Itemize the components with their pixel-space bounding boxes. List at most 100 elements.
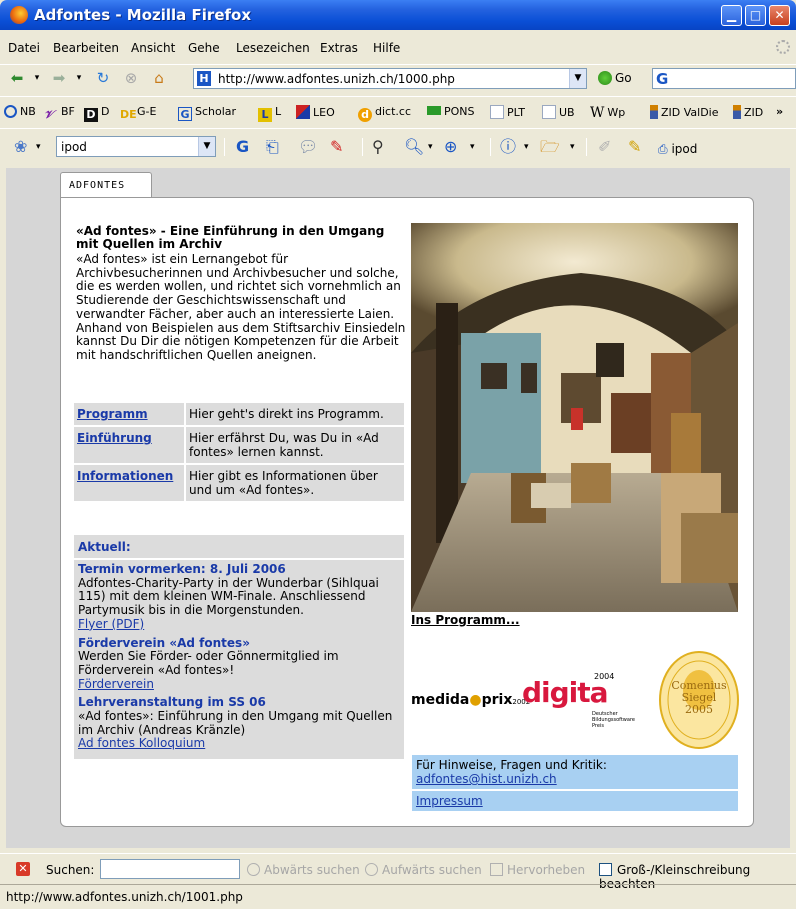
medida-prix-logo[interactable]: medida●prix2002 — [411, 692, 530, 708]
bookmark-zid-valdie[interactable]: ZID ValDie — [650, 105, 719, 119]
go-icon — [598, 70, 612, 85]
programm-link[interactable]: Programm — [77, 407, 148, 421]
back-dropdown-icon[interactable]: ▾ — [28, 69, 46, 87]
toolbar-search-input[interactable]: ipod ▼ — [56, 136, 216, 157]
bookmark-pons[interactable]: PONS — [427, 105, 475, 118]
archive-photo[interactable] — [411, 223, 738, 612]
search-plus-dropdown-icon[interactable]: ▾ — [470, 138, 475, 156]
menu-lesezeichen[interactable]: Lesezeichen — [236, 41, 310, 55]
folder-arrow-icon[interactable]: 🗁︎ — [540, 138, 560, 156]
search-engine-icon[interactable]: ❀ — [14, 138, 27, 156]
flyer-link[interactable]: Flyer (PDF) — [78, 617, 144, 631]
toolbar-search-dropdown-icon[interactable]: ▼ — [198, 137, 215, 156]
back-icon[interactable]: ⬅ — [8, 69, 26, 87]
menu-gehe[interactable]: Gehe — [188, 41, 220, 55]
google-search-field[interactable]: G — [652, 68, 796, 89]
go-button[interactable]: Go — [598, 70, 632, 85]
search-icon[interactable]: 🔍︎ — [404, 138, 424, 156]
search-plus-icon[interactable]: ⊕ — [444, 138, 457, 156]
home-icon[interactable]: ⌂ — [150, 69, 168, 87]
toolbar-separator — [490, 138, 491, 156]
news-text: «Ad fontes»: Einführung in den Umgang mi… — [78, 709, 393, 737]
info-dropdown-icon[interactable]: ▾ — [524, 138, 529, 156]
bottle-icon — [650, 105, 658, 119]
bookmarks-toolbar: NB 𝒱 BF DD DEG-E G Scholar LL LEO d dict.cc… — [0, 96, 796, 124]
find-label: Suchen: — [46, 863, 95, 877]
bf-icon: 𝒱 — [44, 108, 54, 121]
bottle-icon — [733, 105, 741, 119]
einfuehrung-link[interactable]: Einführung — [77, 431, 152, 445]
bookmark-ub[interactable]: UB — [542, 105, 575, 119]
tab-adfontes[interactable]: ADFONTES — [60, 172, 152, 198]
binoculars-icon[interactable]: ⚲ — [372, 138, 384, 156]
window-title: Adfontes - Mozilla Firefox — [34, 6, 251, 24]
search-engine-dropdown-icon[interactable]: ▾ — [36, 138, 41, 156]
reload-icon[interactable]: ↻ — [94, 69, 112, 87]
site-favicon-icon: H — [197, 71, 211, 86]
bookmark-bf[interactable]: 𝒱 BF — [44, 105, 75, 122]
find-close-icon[interactable]: ✕ — [16, 862, 30, 876]
impressum-link[interactable]: Impressum — [416, 794, 483, 808]
ipod-search-button[interactable]: ⎙ ipod — [658, 140, 697, 158]
bookmark-wp[interactable]: W Wp — [590, 105, 625, 121]
d-icon: D — [84, 108, 98, 122]
maximize-button[interactable]: □ — [745, 5, 766, 26]
search-dropdown-icon[interactable]: ▾ — [428, 138, 433, 156]
highlighter-icon[interactable]: ✎ — [628, 138, 641, 156]
comenius-siegel-logo[interactable]: Comenius Siegel 2005 — [658, 650, 740, 750]
bookmarks-overflow-icon[interactable]: » — [776, 105, 783, 118]
foerderverein-link[interactable]: Förderverein — [78, 677, 154, 691]
ins-programm-link[interactable]: Ins Programm... — [411, 613, 520, 627]
menu-datei[interactable]: Datei — [8, 41, 40, 55]
pencil-disabled-icon[interactable]: ✐ — [598, 138, 611, 156]
speech-bubble-icon[interactable]: 💬︎ — [298, 138, 318, 156]
at-icon — [4, 105, 17, 118]
page-search-icon: ⎙ — [658, 142, 668, 156]
news-box: Aktuell: Termin vormerken: 8. Juli 2006 … — [74, 535, 404, 760]
programm-desc: Hier geht's direkt ins Programm. — [186, 403, 404, 427]
menu-bearbeiten[interactable]: Bearbeiten — [53, 41, 119, 55]
note-icon[interactable]: ✎ — [330, 138, 343, 156]
page-tool-icon[interactable]: ⎗ — [266, 138, 279, 156]
bookmark-zid[interactable]: ZID — [733, 105, 763, 119]
close-window-button[interactable]: ✕ — [769, 5, 790, 26]
url-text: http://www.adfontes.unizh.ch/1000.php — [218, 72, 455, 86]
menu-ansicht[interactable]: Ansicht — [131, 41, 175, 55]
bookmark-leo[interactable]: LEO — [296, 105, 335, 119]
url-field[interactable]: H http://www.adfontes.unizh.ch/1000.php … — [193, 68, 587, 89]
table-row: Programm Hier geht's direkt ins Programm… — [74, 403, 404, 427]
bookmark-g-e[interactable]: DEG-E — [120, 105, 156, 122]
find-previous-button[interactable]: Aufwärts suchen — [365, 863, 482, 877]
toolbar-separator — [362, 138, 363, 156]
highlight-button[interactable]: Hervorheben — [490, 863, 585, 877]
bookmark-scholar[interactable]: G Scholar — [178, 105, 236, 121]
forward-dropdown-icon[interactable]: ▾ — [70, 69, 88, 87]
forward-icon[interactable]: ➡ — [50, 69, 68, 87]
google-toolbar-icon[interactable]: G — [236, 138, 249, 156]
de-icon: DE — [120, 108, 137, 121]
news-item: Förderverein «Ad fontes» Werden Sie Förd… — [74, 634, 404, 694]
digita-logo[interactable]: digita 2004 Deutscher Bildungssoftware P… — [522, 672, 635, 729]
folder-dropdown-icon[interactable]: ▾ — [570, 138, 575, 156]
menu-extras[interactable]: Extras — [320, 41, 358, 55]
bookmark-l[interactable]: LL — [258, 105, 281, 122]
bookmark-plt[interactable]: PLT — [490, 105, 525, 119]
minimize-button[interactable]: ▁ — [721, 5, 742, 26]
menu-hilfe[interactable]: Hilfe — [373, 41, 400, 55]
find-next-button[interactable]: Abwärts suchen — [247, 863, 360, 877]
find-input[interactable] — [100, 859, 240, 879]
stop-icon[interactable]: ⊗ — [122, 69, 140, 87]
google-icon: G — [656, 70, 669, 88]
bookmark-nb[interactable]: NB — [4, 105, 36, 118]
bookmark-dict-cc[interactable]: d dict.cc — [358, 105, 411, 122]
url-dropdown-icon[interactable]: ▼ — [569, 69, 586, 88]
window-titlebar[interactable]: Adfontes - Mozilla Firefox ▁ □ ✕ — [0, 0, 796, 30]
bookmark-d[interactable]: DD — [84, 105, 109, 122]
w-icon: W — [590, 105, 605, 121]
kolloquium-link[interactable]: Ad fontes Kolloquium — [78, 736, 205, 751]
news-heading: Aktuell: — [74, 535, 404, 560]
info-icon[interactable]: ⓘ — [500, 138, 516, 156]
informationen-link[interactable]: Informationen — [77, 469, 173, 483]
contact-email-link[interactable]: adfontes@hist.unizh.ch — [416, 772, 557, 786]
page-icon — [490, 105, 504, 119]
